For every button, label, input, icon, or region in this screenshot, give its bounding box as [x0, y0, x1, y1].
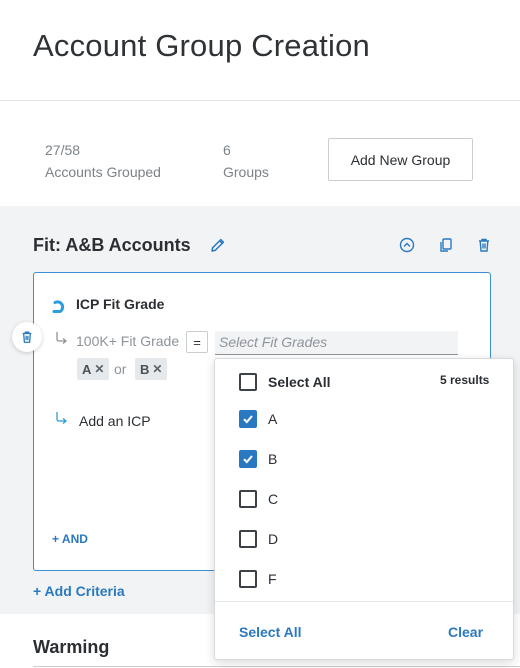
group-title: Fit: A&B Accounts	[33, 235, 191, 255]
chip-label: A	[82, 361, 92, 377]
check-icon	[243, 415, 253, 424]
checkbox[interactable]	[239, 530, 257, 548]
option-label: C	[268, 491, 279, 507]
select-all-button[interactable]: Select All	[239, 624, 302, 640]
page-title: Account Group Creation	[33, 28, 370, 63]
checkbox-checked[interactable]	[239, 410, 257, 428]
select-all-option[interactable]: Select All	[239, 373, 331, 391]
page-header: Account Group Creation	[0, 0, 520, 101]
checkbox[interactable]	[239, 570, 257, 588]
stats-bar: 27/58 Accounts Grouped 6 Groups Add New …	[0, 101, 520, 206]
warming-group-title: Warming	[33, 637, 110, 657]
option-label: A	[268, 411, 278, 427]
copy-icon[interactable]	[435, 234, 457, 256]
branch-arrow-icon	[54, 331, 68, 350]
close-icon[interactable]: ✕	[94, 362, 104, 376]
option-a[interactable]: A	[239, 410, 277, 428]
icp-logo-icon	[52, 297, 70, 320]
checkbox-checked[interactable]	[239, 450, 257, 468]
option-f[interactable]: F	[239, 570, 277, 588]
option-label: Select All	[268, 374, 331, 390]
results-count: 5 results	[440, 373, 490, 387]
clear-button[interactable]: Clear	[448, 624, 483, 640]
divider	[33, 666, 520, 667]
accounts-grouped-label: Accounts Grouped	[45, 164, 161, 180]
trash-icon[interactable]	[473, 234, 495, 256]
fit-grades-dropdown: Select All 5 results A B C D F Select Al…	[214, 358, 514, 660]
option-b[interactable]: B	[239, 450, 277, 468]
check-icon	[243, 455, 253, 464]
or-separator: or	[114, 361, 127, 377]
add-new-group-button[interactable]: Add New Group	[328, 138, 473, 181]
add-icp-link[interactable]: Add an ICP	[79, 413, 151, 429]
chevron-up-circle-icon[interactable]	[396, 234, 418, 256]
option-label: F	[268, 571, 277, 587]
groups-label: Groups	[223, 164, 269, 180]
trash-icon[interactable]	[12, 322, 42, 352]
dropdown-footer: Select All Clear	[215, 601, 513, 659]
icp-fit-grade-title: ICP Fit Grade	[76, 296, 165, 312]
accounts-grouped-value: 27/58	[45, 142, 81, 158]
fit-grades-select-input[interactable]: Select Fit Grades	[215, 331, 458, 355]
groups-value: 6	[223, 142, 231, 158]
criterion-label: 100K+ Fit Grade	[76, 333, 180, 349]
branch-arrow-icon	[54, 411, 68, 430]
option-label: D	[268, 531, 279, 547]
groups-stat: 6 Groups	[223, 139, 269, 183]
add-criteria-button[interactable]: + Add Criteria	[33, 583, 125, 599]
checkbox[interactable]	[239, 490, 257, 508]
chip-label: B	[140, 361, 150, 377]
pencil-icon[interactable]	[207, 234, 229, 256]
checkbox[interactable]	[239, 373, 257, 391]
option-d[interactable]: D	[239, 530, 278, 548]
close-icon[interactable]: ✕	[152, 362, 162, 376]
accounts-grouped-stat: 27/58 Accounts Grouped	[45, 139, 161, 183]
operator-select[interactable]: =	[186, 331, 208, 353]
chip-a: A ✕	[77, 358, 110, 380]
option-c[interactable]: C	[239, 490, 278, 508]
add-and-button[interactable]: + AND	[52, 532, 88, 546]
option-label: B	[268, 451, 278, 467]
chip-b: B ✕	[135, 358, 168, 380]
